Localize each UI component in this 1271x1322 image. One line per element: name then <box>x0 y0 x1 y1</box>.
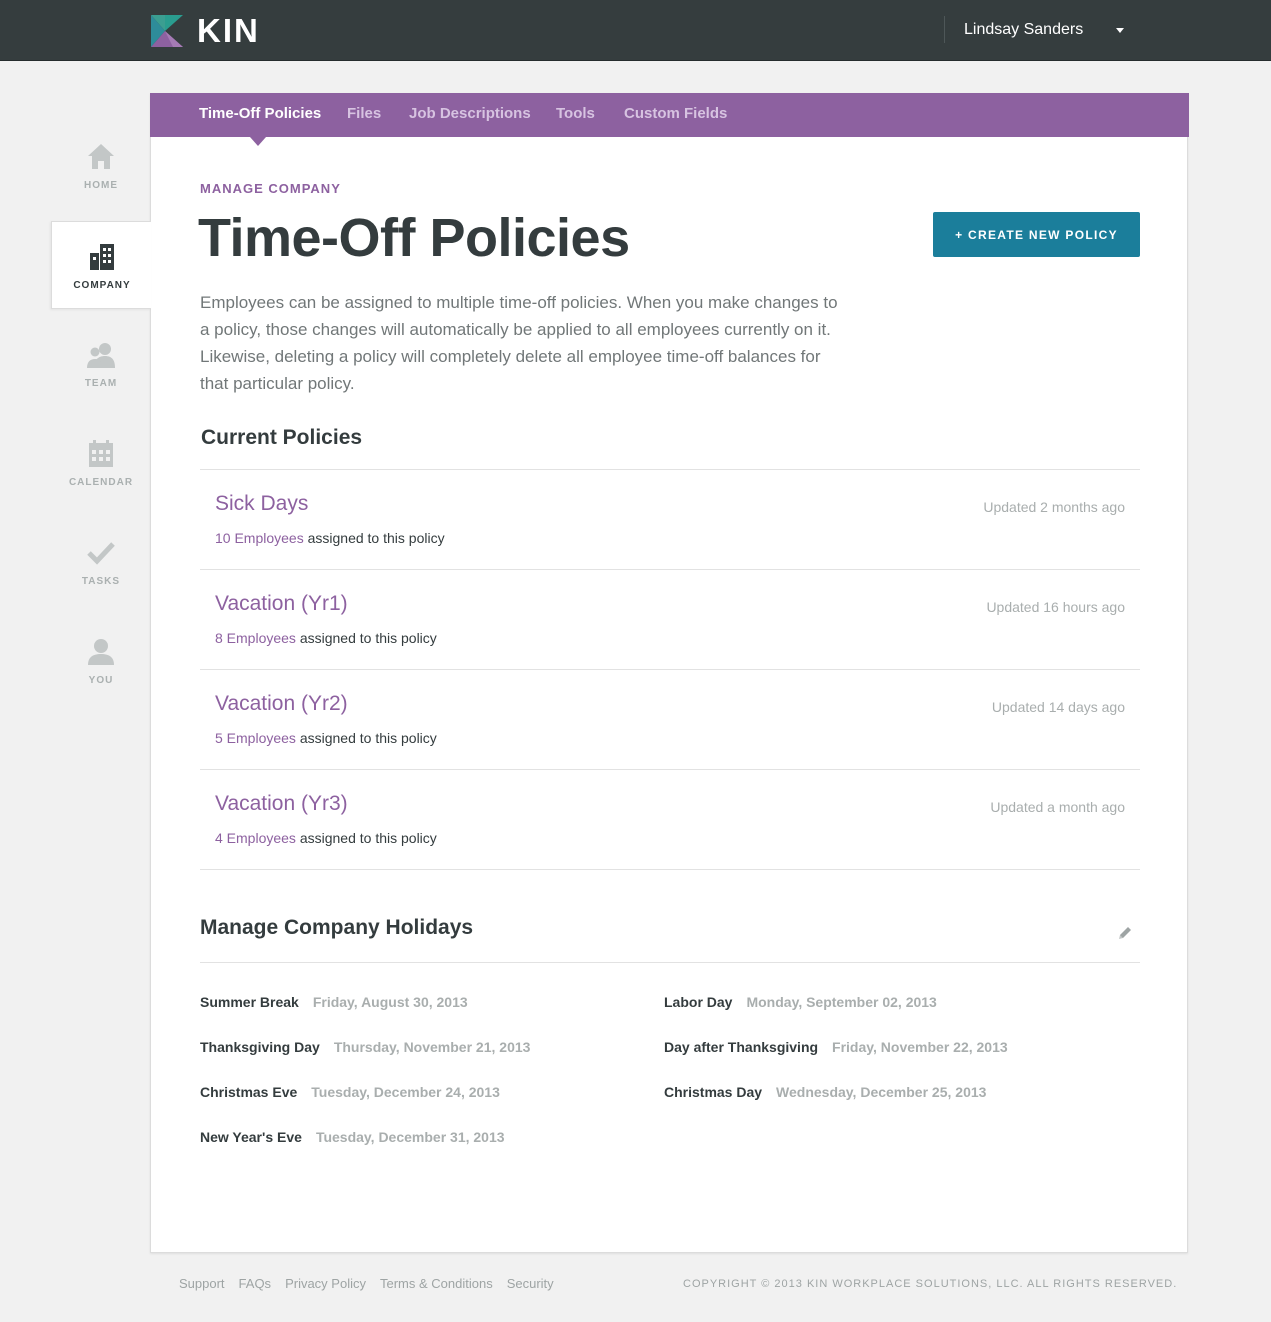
policy-assigned-text: assigned to this policy <box>303 530 445 546</box>
policy-assignment: 8 Employees assigned to this policy <box>215 630 437 646</box>
chevron-down-icon <box>1116 27 1124 33</box>
nav-label-tasks: TASKS <box>81 576 121 587</box>
tab-time-off-policies[interactable]: Time-Off Policies <box>199 105 321 122</box>
active-tab-pointer <box>250 137 266 146</box>
holiday-name: Labor Day <box>664 994 733 1010</box>
kin-logo[interactable]: KIN <box>151 12 260 49</box>
kin-logo-icon <box>151 15 183 47</box>
main-card: Time-Off Policies Files Job Descriptions… <box>150 93 1189 1253</box>
user-menu-divider <box>944 16 945 43</box>
tab-files[interactable]: Files <box>347 105 381 122</box>
holiday-name: Christmas Day <box>664 1084 763 1100</box>
holiday-item: Summer Break Friday, August 30, 2013 <box>200 994 468 1010</box>
nav-label-team: TEAM <box>84 378 118 389</box>
policy-employees-link[interactable]: 4 Employees <box>215 830 296 846</box>
nav-item-tasks[interactable]: TASKS <box>51 518 151 606</box>
current-policies-title: Current Policies <box>201 426 363 449</box>
policy-assignment: 4 Employees assigned to this policy <box>215 830 437 846</box>
policy-assigned-text: assigned to this policy <box>295 730 437 746</box>
policy-row: Vacation (Yr3) 4 Employees assigned to t… <box>200 770 1140 870</box>
policy-list: Sick Days 10 Employees assigned to this … <box>200 469 1140 870</box>
holiday-name: Thanksgiving Day <box>200 1039 320 1055</box>
building-icon <box>90 244 114 270</box>
tab-tools[interactable]: Tools <box>556 105 595 122</box>
nav-label-company: COMPANY <box>73 280 131 291</box>
create-new-policy-button[interactable]: + CREATE NEW POLICY <box>933 212 1140 257</box>
footer-link-support[interactable]: Support <box>179 1276 225 1291</box>
footer-link-security[interactable]: Security <box>507 1276 554 1291</box>
holiday-date: Wednesday, December 25, 2013 <box>776 1084 987 1100</box>
home-icon <box>88 144 114 169</box>
footer-link-privacy-policy[interactable]: Privacy Policy <box>285 1276 366 1291</box>
policy-updated: Updated 16 hours ago <box>986 599 1125 615</box>
user-name: Lindsay Sanders <box>964 21 1084 38</box>
footer-link-faqs[interactable]: FAQs <box>239 1276 272 1291</box>
pencil-icon[interactable] <box>1117 925 1133 941</box>
holiday-item: Christmas Eve Tuesday, December 24, 2013 <box>200 1084 500 1100</box>
tab-bar: Time-Off Policies Files Job Descriptions… <box>150 93 1189 146</box>
logo-text: KIN <box>197 12 260 49</box>
holiday-name: New Year's Eve <box>200 1129 302 1145</box>
tab-custom-fields[interactable]: Custom Fields <box>624 105 727 122</box>
top-bar: KIN Lindsay Sanders <box>0 0 1271 61</box>
person-icon <box>88 639 114 665</box>
policy-updated: Updated a month ago <box>990 799 1125 815</box>
policy-row: Vacation (Yr1) 8 Employees assigned to t… <box>200 570 1140 670</box>
page-intro: Employees can be assigned to multiple ti… <box>200 293 838 393</box>
policy-employees-link[interactable]: 10 Employees <box>215 530 304 546</box>
policy-assignment: 10 Employees assigned to this policy <box>215 530 445 546</box>
holiday-name: Summer Break <box>200 994 299 1010</box>
holiday-date: Monday, September 02, 2013 <box>746 994 937 1010</box>
nav-item-home[interactable]: HOME <box>51 122 151 210</box>
copyright: COPYRIGHT © 2013 KIN WORKPLACE SOLUTIONS… <box>683 1278 1178 1290</box>
holiday-item: Day after Thanksgiving Friday, November 2… <box>664 1039 1008 1055</box>
checkmark-icon <box>87 542 115 565</box>
tab-job-descriptions[interactable]: Job Descriptions <box>409 105 531 122</box>
page-eyebrow: MANAGE COMPANY <box>200 181 341 196</box>
policy-name-link[interactable]: Sick Days <box>215 492 308 516</box>
policy-updated: Updated 14 days ago <box>991 699 1125 715</box>
nav-item-calendar[interactable]: CALENDAR <box>51 419 151 507</box>
holiday-name: Christmas Eve <box>200 1084 298 1100</box>
holiday-date: Tuesday, December 31, 2013 <box>315 1129 505 1145</box>
holiday-name: Day after Thanksgiving <box>664 1039 819 1055</box>
policy-updated: Updated 2 months ago <box>983 499 1125 515</box>
calendar-icon <box>89 440 113 467</box>
policy-row: Vacation (Yr2) 5 Employees assigned to t… <box>200 670 1140 770</box>
nav-label-you: YOU <box>88 675 114 686</box>
holiday-date: Thursday, November 21, 2013 <box>333 1039 531 1055</box>
page-title: Time-Off Policies <box>198 208 630 268</box>
policy-name-link[interactable]: Vacation (Yr1) <box>215 592 348 616</box>
policy-employees-link[interactable]: 5 Employees <box>215 730 296 746</box>
team-icon <box>87 343 115 368</box>
policy-row: Sick Days 10 Employees assigned to this … <box>200 470 1140 570</box>
policy-assigned-text: assigned to this policy <box>295 630 437 646</box>
holiday-item: Thanksgiving Day Thursday, November 21, 2… <box>200 1039 530 1055</box>
holiday-date: Tuesday, December 24, 2013 <box>311 1084 500 1100</box>
holiday-date: Friday, August 30, 2013 <box>312 994 468 1010</box>
footer-link-terms[interactable]: Terms & Conditions <box>380 1276 493 1291</box>
nav-item-team[interactable]: TEAM <box>51 320 151 408</box>
holidays-title: Manage Company Holidays <box>200 916 474 939</box>
nav-item-company[interactable]: COMPANY <box>51 221 151 309</box>
nav-label-calendar: CALENDAR <box>68 477 134 488</box>
policy-assignment: 5 Employees assigned to this policy <box>215 730 437 746</box>
holiday-item: Christmas Day Wednesday, December 25, 201… <box>664 1084 986 1100</box>
holidays-divider <box>200 962 1140 963</box>
policy-name-link[interactable]: Vacation (Yr3) <box>215 792 348 816</box>
policy-assigned-text: assigned to this policy <box>295 830 437 846</box>
nav-item-you[interactable]: YOU <box>51 617 151 705</box>
holiday-item: Labor Day Monday, September 02, 2013 <box>664 994 937 1010</box>
user-menu[interactable]: Lindsay Sanders <box>964 19 1129 41</box>
policy-name-link[interactable]: Vacation (Yr2) <box>215 692 348 716</box>
holiday-item: New Year's Eve Tuesday, December 31, 2013 <box>200 1129 505 1145</box>
footer-links: Support FAQs Privacy Policy Terms & Cond… <box>179 1276 568 1291</box>
policy-employees-link[interactable]: 8 Employees <box>215 630 296 646</box>
nav-label-home: HOME <box>84 180 118 191</box>
holiday-date: Friday, November 22, 2013 <box>832 1039 1008 1055</box>
